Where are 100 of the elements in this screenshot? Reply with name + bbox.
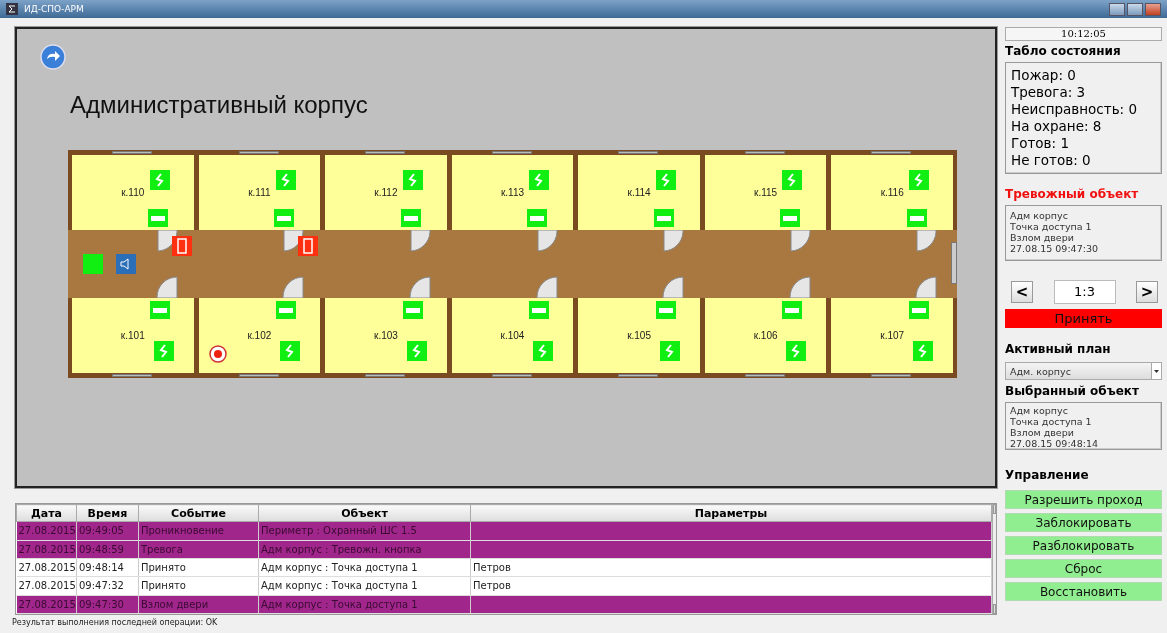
table-cell: Адм корпус : Точка доступа 1 [261, 580, 418, 592]
app-icon [6, 3, 18, 15]
status-line: Пожар: 0 [1011, 67, 1076, 84]
close-button[interactable] [1145, 2, 1161, 16]
table-cell: 27.08.2015 [18, 562, 76, 574]
table-cell: Взлом двери [141, 598, 209, 610]
sensor-icon[interactable] [406, 341, 427, 361]
room-label: к.107 [880, 330, 905, 341]
room-label: к.103 [374, 330, 398, 341]
door-icon [282, 230, 305, 252]
sensor-icon[interactable] [153, 341, 174, 361]
door-icon [662, 276, 685, 298]
door-status-icon[interactable] [147, 209, 168, 227]
sensor-icon[interactable] [786, 341, 807, 361]
status-line: На охране: 8 [1011, 118, 1102, 135]
info-line: Точка доступа 1 [1010, 416, 1092, 427]
door-status-icon[interactable] [400, 209, 421, 227]
column-header[interactable]: Время [76, 504, 139, 522]
door-icon [535, 276, 558, 298]
sensor-icon[interactable] [529, 170, 550, 190]
section-heading: Тревожный объект [1005, 187, 1139, 201]
room-label: к.116 [880, 187, 904, 198]
minimize-button[interactable] [1109, 2, 1125, 16]
column-header[interactable]: Объект [258, 504, 471, 522]
status-line: Не готов: 0 [1011, 152, 1091, 169]
door-status-icon[interactable] [780, 209, 801, 227]
door-status-icon[interactable] [149, 301, 170, 319]
room-label: к.105 [627, 330, 651, 341]
info-line: Взлом двери [1010, 427, 1074, 438]
table-cell: 09:48:14 [79, 562, 124, 574]
window-title: ИД-СПО-АРМ [24, 4, 84, 14]
previous-button[interactable]: < [1011, 281, 1033, 303]
door-alarm-icon[interactable] [171, 236, 192, 256]
control-button[interactable]: Разрешить проход [1005, 490, 1162, 509]
target-icon[interactable] [208, 345, 227, 363]
room-label: к.113 [500, 187, 525, 198]
section-heading: Активный план [1005, 342, 1111, 356]
sensor-icon[interactable] [276, 170, 297, 190]
control-button[interactable]: Заблокировать [1005, 513, 1162, 532]
info-line: 27.08.15 09:48:14 [1010, 438, 1098, 449]
door-status-icon[interactable] [907, 209, 927, 227]
door-status-icon[interactable] [276, 301, 297, 319]
sensor-icon[interactable] [533, 341, 554, 361]
section-heading: Табло состояния [1005, 44, 1121, 58]
sensor-icon[interactable] [280, 341, 301, 361]
clock: 10:12:05 [1005, 27, 1162, 41]
table-cell: 27.08.2015 [18, 525, 76, 537]
maximize-button[interactable] [1127, 2, 1143, 16]
sensor-icon[interactable] [659, 341, 680, 361]
room-label: к.115 [754, 187, 778, 198]
room-label: к.114 [627, 187, 651, 198]
door-status-icon[interactable] [274, 209, 295, 227]
scrollbar[interactable] [992, 504, 996, 614]
sensor-icon[interactable] [149, 170, 170, 190]
room-label: к.104 [500, 330, 525, 341]
info-line: Адм корпус [1010, 210, 1068, 221]
column-header[interactable]: Событие [138, 504, 259, 522]
back-icon[interactable] [40, 44, 66, 70]
accept-button[interactable]: Принять [1005, 309, 1162, 328]
door-status-icon[interactable] [909, 301, 929, 319]
column-header[interactable]: Дата [16, 504, 77, 522]
door-status-icon[interactable] [402, 301, 423, 319]
door-status-icon[interactable] [529, 301, 550, 319]
door-alarm-icon[interactable] [298, 236, 319, 256]
room-label: к.112 [374, 187, 398, 198]
info-line: Адм корпус [1010, 405, 1068, 416]
table-cell: 09:49:05 [79, 525, 124, 537]
event-row[interactable]: 27.08.2015 09:48:14 Принято Адм корпус : Точка доступа 1 Петров [16, 558, 992, 577]
speaker-icon[interactable] [116, 254, 136, 274]
status-indicator[interactable] [83, 254, 103, 274]
room-label: к.106 [753, 330, 778, 341]
door-icon [408, 276, 431, 298]
control-button[interactable]: Восстановить [1005, 582, 1162, 601]
table-cell: Периметр : Охранный ШС 1.5 [261, 525, 417, 537]
table-cell: Проникновение [141, 525, 224, 537]
info-line: Точка доступа 1 [1010, 221, 1092, 232]
door-status-icon[interactable] [655, 301, 676, 319]
event-row[interactable]: 27.08.2015 09:47:32 Принято Адм корпус : Точка доступа 1 Петров [16, 576, 992, 596]
section-heading: Выбранный объект [1005, 384, 1139, 398]
table-cell: Тревога [141, 543, 183, 555]
table-cell: 27.08.2015 [18, 598, 76, 610]
sensor-icon[interactable] [782, 170, 803, 190]
door-icon [788, 230, 811, 252]
control-button[interactable]: Разблокировать [1005, 536, 1162, 555]
door-status-icon[interactable] [653, 209, 674, 227]
sensor-icon[interactable] [913, 341, 933, 361]
sensor-icon[interactable] [655, 170, 676, 190]
door-icon [155, 230, 178, 252]
column-header[interactable]: Параметры [470, 504, 992, 522]
plan-dropdown[interactable]: Адм. корпус [1005, 362, 1162, 380]
status-line: Неисправность: 0 [1011, 101, 1138, 118]
sensor-icon[interactable] [909, 170, 929, 190]
next-button[interactable]: > [1136, 281, 1158, 303]
table-cell: 27.08.2015 [18, 580, 76, 592]
door-status-icon[interactable] [782, 301, 803, 319]
sensor-icon[interactable] [402, 170, 423, 190]
door-status-icon[interactable] [527, 209, 548, 227]
control-button[interactable]: Сброс [1005, 559, 1162, 578]
door-icon [155, 276, 178, 298]
door-icon [535, 230, 558, 252]
